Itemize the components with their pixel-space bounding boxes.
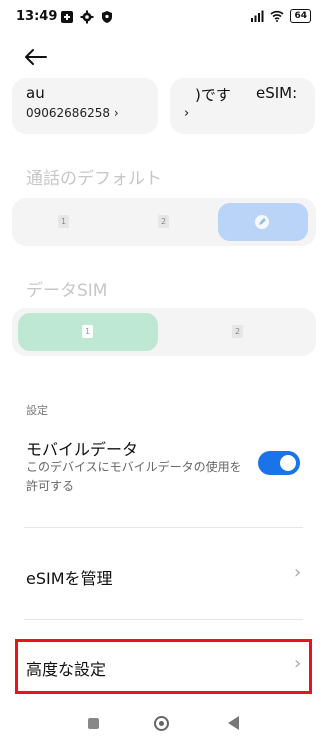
- divider: [24, 527, 303, 528]
- status-time: 13:49: [16, 9, 58, 24]
- sim-1-badge: 1: [58, 215, 69, 228]
- sim-2-badge: 2: [232, 325, 243, 338]
- chevron-right-icon: ›: [113, 106, 119, 120]
- manage-esim-label: eSIMを管理: [26, 569, 113, 588]
- settings-section-label: 設定: [26, 404, 48, 417]
- back-button[interactable]: [228, 716, 239, 730]
- signal-icon: [251, 10, 264, 22]
- sim-1-name: au: [26, 84, 45, 102]
- toggle-knob: [280, 455, 296, 471]
- mobile-data-toggle[interactable]: [258, 451, 300, 475]
- chevron-right-icon: ›: [184, 106, 190, 121]
- sim-card-2[interactable]: )です eSIM: ›: [170, 78, 315, 134]
- manage-esim-row[interactable]: eSIMを管理 ›: [0, 530, 327, 618]
- mobile-data-title: モバイルデータ: [26, 440, 139, 459]
- divider: [24, 619, 303, 620]
- add-box-icon: [61, 11, 73, 23]
- gear-icon: [80, 10, 94, 24]
- wifi-icon: [270, 10, 285, 22]
- battery-icon: 64: [290, 9, 311, 23]
- sim-1-number: 09062686258 ›: [26, 106, 119, 120]
- sim-2-name-tail: eSIM:: [256, 84, 298, 102]
- call-default-title: 通話のデフォルト: [26, 169, 162, 189]
- status-bar: 13:49 64: [0, 0, 327, 36]
- sim-card-1[interactable]: au 09062686258 ›: [12, 78, 158, 134]
- data-sim-2-option[interactable]: 2: [164, 313, 310, 351]
- sim-2-badge: 2: [158, 215, 169, 228]
- navigation-bar: [0, 704, 327, 744]
- home-button[interactable]: [154, 716, 169, 731]
- sim-1-badge: 1: [82, 325, 93, 338]
- recents-button[interactable]: [88, 718, 99, 729]
- data-sim-1-option[interactable]: 1: [18, 313, 158, 351]
- call-sim-2-option[interactable]: 2: [116, 203, 210, 241]
- call-ask-option[interactable]: [218, 203, 308, 241]
- call-sim-1-option[interactable]: 1: [18, 203, 112, 241]
- data-sim-title: データSIM: [26, 281, 108, 301]
- highlight-box: [15, 639, 312, 694]
- call-default-selector: 1 2: [12, 198, 316, 246]
- mobile-data-subtitle: このデバイスにモバイルデータの使用を許可する: [26, 460, 242, 493]
- sim-2-name: )です: [180, 86, 231, 104]
- data-sim-selector: 1 2: [12, 308, 316, 356]
- shield-icon: [102, 11, 112, 23]
- back-arrow-icon[interactable]: [22, 44, 52, 70]
- pencil-icon: [255, 215, 269, 229]
- chevron-right-icon: ›: [294, 562, 302, 583]
